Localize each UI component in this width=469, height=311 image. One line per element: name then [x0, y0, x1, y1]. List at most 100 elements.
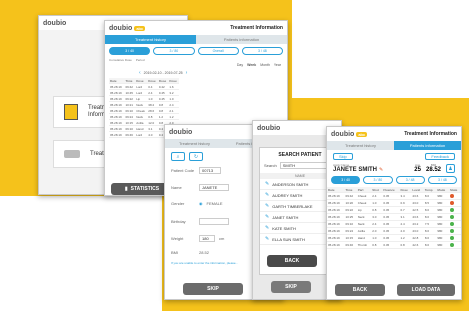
table-cell: 05.28.19 [327, 199, 345, 207]
table-cell: 05.28.19 [327, 227, 345, 235]
tab-treatment-history[interactable]: Treatment history [105, 35, 196, 44]
pencil-icon: ✎ [265, 225, 270, 231]
table-cell: 4.0 [147, 131, 158, 138]
range-button[interactable]: 3 / 40 [331, 176, 361, 184]
table-cell: Cheek [356, 192, 372, 200]
patient-code-field[interactable]: 00713 [199, 167, 221, 174]
range-button[interactable]: 3 / 40 [109, 47, 151, 55]
table-cell: 42.8 [411, 234, 424, 242]
load-data-button[interactable]: LOAD DATA [397, 284, 455, 296]
table-row[interactable]: 05.28.19 09:42 Cheek 2.4 0.45 3.4 43.6 8.0 980 [327, 192, 461, 200]
screen2-title: Treatment Information [230, 25, 283, 31]
table-cell: 3.0 [371, 213, 383, 221]
table-row[interactable]: 05.28.19 10:25 Neck 3.0 0.45 3.1 43.6 8.0 980 [327, 213, 461, 221]
field-label: BMI [171, 250, 179, 255]
table-row[interactable]: 05.28.19 09:10 Neck 2.4 0.45 2.4 43.2 7.5 980 [327, 220, 461, 228]
table-row[interactable]: 05.28.19 10:15 Hand 1.0 0.45 1.2 42.8 8.0 980 [327, 234, 461, 242]
period-tab-year[interactable]: Year [274, 63, 281, 67]
table-cell: 2.4 [371, 220, 383, 228]
table-cell: 43.0 [411, 227, 424, 235]
radio-icon[interactable]: ◉ [199, 201, 203, 206]
status-dot-icon [449, 200, 454, 205]
range-button[interactable]: Overall [197, 47, 239, 55]
patient-name: ELLA SUN SMITH [272, 236, 305, 242]
brand-logo: doubio abc [331, 130, 368, 138]
table-cell: 2.0 [399, 227, 412, 235]
table-cell: 09:24 [344, 227, 357, 235]
tab-treatment-history[interactable]: Treatment history [165, 139, 224, 148]
tab-treatment-history[interactable]: Treatment history [327, 141, 394, 150]
table-cell: 09:42 [344, 192, 357, 200]
table-cell: 7.5 [423, 220, 437, 228]
brand-logo: doubio abc [109, 24, 146, 32]
table-cell: 0.9 [399, 199, 412, 207]
table-row[interactable]: 05.28.19 10:20 Cheek 1.0 0.45 0.9 43.0 8.5 980 [327, 199, 461, 207]
patient-name: ANDERSON SMITH [272, 181, 309, 187]
pencil-icon: ✎ [265, 214, 270, 220]
table-row[interactable]: 05.28.19 09:46 Thumb 0.8 0.45 0.8 42.6 8.0 980 [327, 241, 461, 249]
user-icon[interactable]: ♟ [446, 164, 455, 173]
table-cell: Cheek [356, 199, 372, 207]
table-cell: 0.45 [382, 234, 400, 242]
table-cell: 0.45 [382, 241, 400, 249]
name-field[interactable]: JANETE [199, 184, 229, 191]
table-cell: 980 [436, 199, 449, 207]
state-cell [448, 234, 461, 242]
table-cell: 2.0 [371, 227, 383, 235]
range-button[interactable]: 3 / 80 [363, 176, 393, 184]
screen2-header: doubio abc Treatment Information [105, 21, 287, 35]
range-button[interactable]: 3 / 48 [241, 47, 283, 55]
skip-chip[interactable]: Skip [333, 153, 353, 160]
field-label: Birthday [171, 219, 186, 224]
table-cell: 8.0 [423, 206, 437, 214]
table-cell: 43.6 [411, 213, 424, 221]
table-cell: Hand [356, 234, 372, 242]
table-cell: 8.0 [423, 227, 437, 235]
pencil-icon: ✎ [265, 203, 270, 209]
weight-field[interactable]: 180 [199, 235, 215, 242]
range-button[interactable]: 3 / 48 [395, 176, 425, 184]
handpiece-icon [64, 150, 80, 158]
tab-patients-information[interactable]: Patients information [196, 35, 287, 44]
screen5-title: Treatment Information [404, 131, 457, 137]
state-cell [448, 227, 461, 235]
table-cell: 8.0 [423, 213, 437, 221]
table-cell: 1.2 [399, 234, 412, 242]
table-cell: 42.5 [411, 206, 424, 214]
skip-button[interactable]: SKIP [183, 283, 243, 295]
filter-label: Cumulative Dose [109, 58, 132, 62]
back-button[interactable]: BACK [267, 255, 317, 267]
birthday-field[interactable] [199, 218, 229, 225]
back-button[interactable]: BACK [335, 284, 385, 296]
status-dot-icon [449, 235, 454, 240]
tab-patients-information[interactable]: Patients information [394, 141, 461, 150]
bmi-value: 28.52 [425, 167, 441, 173]
period-tab-day[interactable]: Day [237, 63, 243, 67]
search-icon[interactable]: ⌕ [171, 152, 185, 161]
table-row[interactable]: 05.28.19 09:22 Lip 0.8 0.45 0.7 42.5 8.0 980 [327, 206, 461, 214]
range-button[interactable]: 3 / 48 [427, 176, 457, 184]
chevron-right-icon[interactable]: › [186, 70, 188, 76]
feedback-chip[interactable]: Feedback [425, 153, 455, 160]
table-cell: 05.28.19 [327, 234, 345, 242]
patient-name: AUDREY SMITH [272, 192, 303, 198]
table-cell: 09:46 [124, 131, 136, 138]
skip-button[interactable]: SKIP [271, 281, 311, 293]
table-cell: 05.28.19 [109, 131, 125, 138]
search-label: Search [264, 163, 277, 168]
screen5-tabs: Treatment history Patients information [327, 141, 461, 150]
status-dot-icon [449, 221, 454, 226]
bmi-value: 28.52 [199, 250, 210, 255]
table-cell: 43.6 [411, 192, 424, 200]
period-tab-month[interactable]: Month [260, 63, 270, 67]
table-cell: 42.6 [411, 241, 424, 249]
edit-icon[interactable]: ✎ [379, 167, 383, 173]
table-cell: 05.28.19 [327, 220, 345, 228]
range-button[interactable]: 3 / 80 [153, 47, 195, 55]
status-dot-icon [449, 207, 454, 212]
chevron-left-icon[interactable]: ‹ [139, 70, 141, 76]
pencil-icon: ✎ [265, 236, 270, 242]
period-tab-week[interactable]: Week [247, 63, 256, 67]
table-row[interactable]: 05.28.19 09:24 Axilla 2.0 0.45 2.0 43.0 8.0 980 [327, 227, 461, 235]
refresh-icon[interactable]: ↻ [189, 152, 203, 161]
